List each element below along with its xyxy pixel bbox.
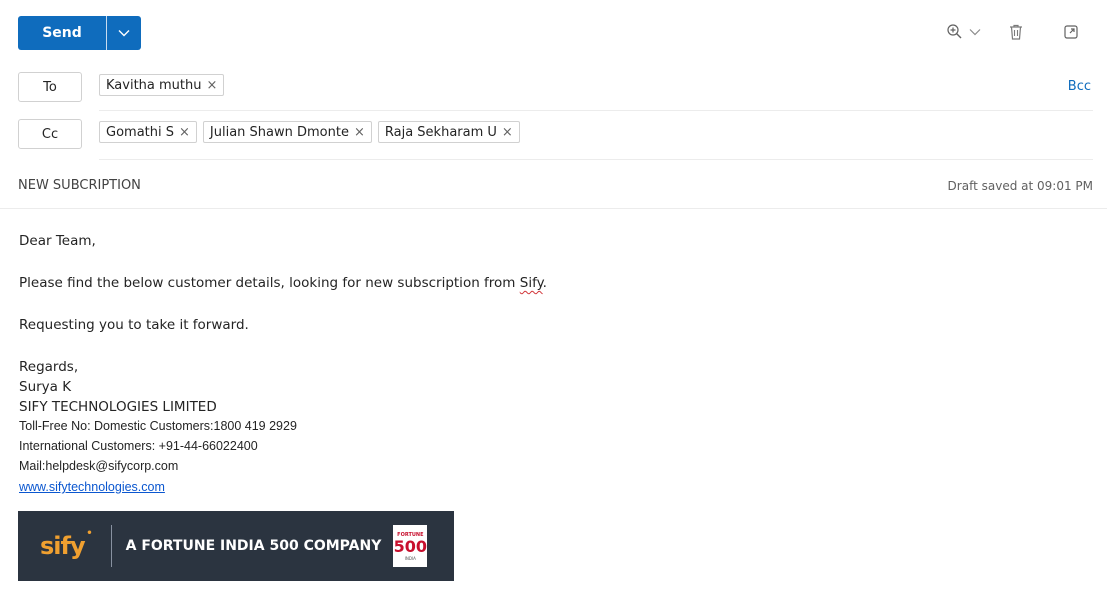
send-options-button[interactable] [107, 16, 141, 50]
body-line-1: Please find the below customer details, … [19, 274, 1079, 292]
spellcheck-word[interactable]: Sify [520, 275, 543, 291]
remove-recipient-icon[interactable]: × [502, 125, 513, 140]
message-body[interactable]: Dear Team, Please find the below custome… [19, 232, 1079, 495]
zoom-icon [947, 24, 962, 39]
banner-tagline: A FORTUNE INDIA 500 COMPANY [125, 538, 382, 554]
body-line-2: Requesting you to take it forward. [19, 317, 249, 333]
greeting: Dear Team, [19, 233, 96, 249]
subject-field[interactable]: NEW SUBCRIPTION [18, 178, 141, 193]
banner-divider [110, 525, 112, 567]
send-button-group: Send [18, 16, 141, 50]
recipient-chip[interactable]: Julian Shawn Dmonte × [202, 121, 372, 143]
to-recipients: Kavitha muthu × [99, 74, 225, 96]
badge-bottom-text: INDIA [404, 555, 416, 561]
body-line-1-end: . [542, 275, 547, 291]
chevron-down-icon [118, 30, 130, 37]
remove-recipient-icon[interactable]: × [179, 125, 190, 140]
compose-toolbar: Send [0, 0, 1107, 66]
send-button[interactable]: Send [18, 16, 106, 50]
subject-divider [0, 208, 1107, 209]
cc-button[interactable]: Cc [18, 119, 82, 149]
signature-banner: sify • A FORTUNE INDIA 500 COMPANY FORTUN… [18, 511, 454, 581]
signature-website-link[interactable]: www.sifytechnologies.com [19, 479, 165, 495]
cc-recipients: Gomathi S × Julian Shawn Dmonte × Raja Sekha… [99, 121, 520, 143]
to-divider [99, 110, 1093, 111]
chevron-down-icon [969, 29, 981, 36]
body-line-1-text: Please find the below customer details, … [19, 275, 520, 291]
discard-button[interactable] [1008, 22, 1024, 42]
recipient-name: Julian Shawn Dmonte [209, 124, 349, 140]
recipient-name: Kavitha muthu [106, 77, 202, 93]
to-row: To Kavitha muthu × Bcc [18, 70, 1097, 106]
delete-icon [1010, 24, 1022, 40]
signature-international: International Customers: +91-44-66022400 [19, 439, 258, 453]
sify-logo-mark: • [86, 528, 92, 539]
sify-logo: sify • [40, 528, 93, 560]
cc-divider [99, 159, 1093, 160]
signature-mail: Mail:helpdesk@sifycorp.com [19, 459, 179, 473]
recipient-chip[interactable]: Raja Sekharam U × [377, 121, 520, 143]
to-button[interactable]: To [18, 72, 82, 102]
signature-name: Surya K [19, 379, 72, 395]
popout-button[interactable] [1063, 22, 1079, 42]
signature-tollfree: Toll-Free No: Domestic Customers:1800 41… [19, 419, 297, 433]
recipient-chip[interactable]: Kavitha muthu × [99, 74, 225, 96]
recipient-name: Gomathi S [106, 124, 174, 140]
recipient-chip[interactable]: Gomathi S × [99, 121, 197, 143]
remove-recipient-icon[interactable]: × [354, 125, 365, 140]
remove-recipient-icon[interactable]: × [206, 78, 217, 93]
sify-logo-text: sify [40, 532, 86, 560]
zoom-button[interactable] [946, 22, 982, 42]
cc-row: Cc Gomathi S × Julian Shawn Dmonte × Raja Se… [18, 117, 1097, 153]
signature-company: SIFY TECHNOLOGIES LIMITED [19, 399, 217, 415]
badge-number: 500 [393, 536, 428, 556]
draft-status: Draft saved at 09:01 PM [947, 179, 1093, 193]
recipient-name: Raja Sekharam U [384, 124, 497, 140]
bcc-button[interactable]: Bcc [1068, 79, 1091, 94]
fortune-500-badge: FORTUNE 500 INDIA [393, 525, 428, 567]
popout-icon [1064, 25, 1078, 39]
closing: Regards, [19, 359, 79, 375]
